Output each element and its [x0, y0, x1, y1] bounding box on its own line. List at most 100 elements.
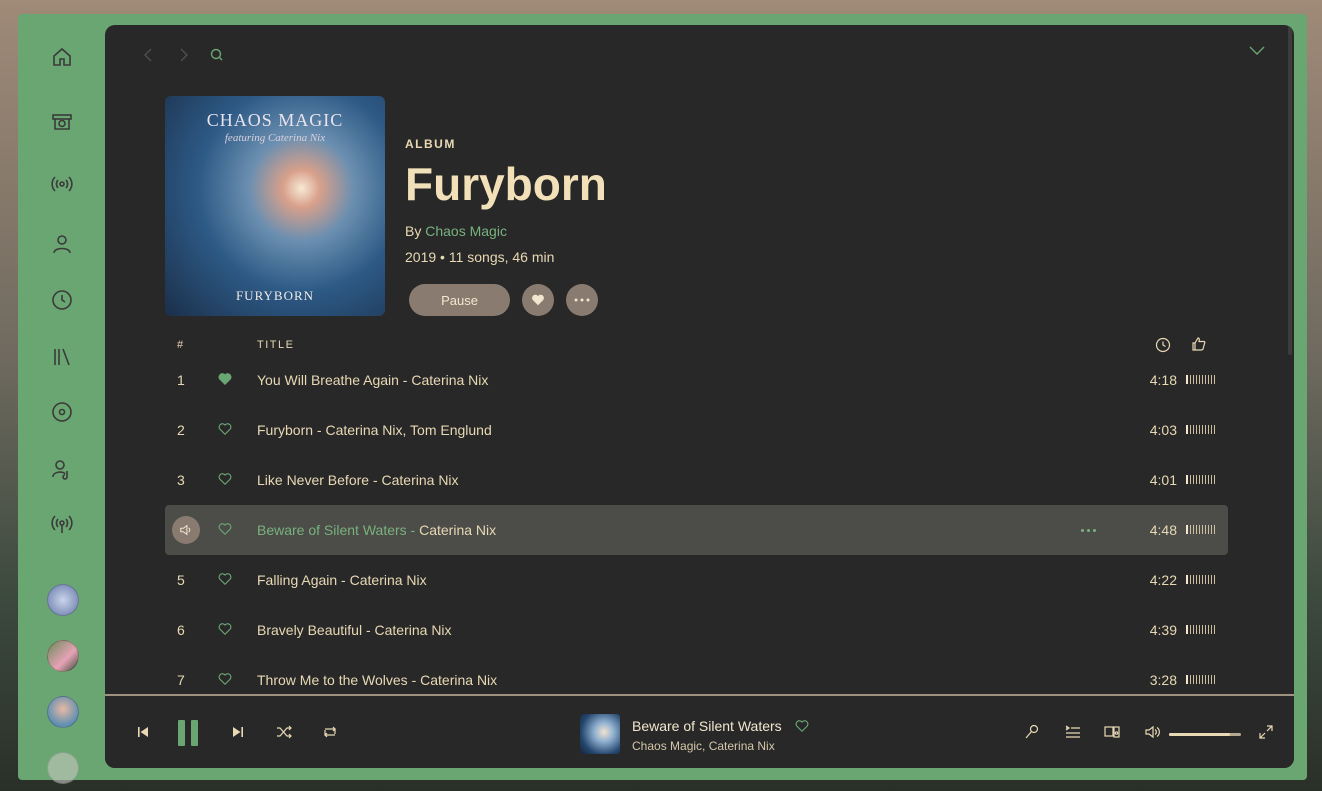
chevron-down-icon[interactable]	[1248, 43, 1266, 62]
popularity-bars	[1186, 475, 1217, 485]
recent-icon[interactable]	[49, 287, 75, 313]
track-duration: 4:01	[1149, 472, 1177, 488]
track-separator: -	[406, 522, 420, 538]
repeat-icon[interactable]	[322, 724, 338, 745]
queue-icon[interactable]	[1065, 724, 1081, 745]
track-title[interactable]: Bravely Beautiful - Caterina Nix	[257, 622, 452, 638]
popularity-bars	[1186, 375, 1217, 385]
home-icon[interactable]	[49, 44, 75, 70]
avatar[interactable]	[47, 696, 79, 728]
heart-icon[interactable]	[218, 372, 232, 386]
album-icon[interactable]	[49, 399, 75, 425]
track-title[interactable]: Like Never Before - Caterina Nix	[257, 472, 459, 488]
track-title[interactable]: Throw Me to the Wolves - Caterina Nix	[257, 672, 497, 688]
more-icon	[574, 298, 590, 302]
artist-icon[interactable]	[49, 456, 75, 482]
table-row[interactable]: 3 Like Never Before - Caterina Nix 4:01	[165, 455, 1228, 505]
track-title[interactable]: Falling Again - Caterina Nix	[257, 572, 427, 588]
pause-button[interactable]: Pause	[409, 284, 510, 316]
volume-slider[interactable]	[1169, 733, 1241, 736]
marketplace-icon[interactable]	[49, 109, 75, 135]
table-row[interactable]: 1 You Will Breathe Again - Caterina Nix 4:…	[165, 355, 1228, 405]
album-cover: CHAOS MAGIC featuring Caterina Nix FURYB…	[165, 96, 385, 316]
track-song: Beware of Silent Waters	[257, 522, 407, 538]
track-song: Throw Me to the Wolves	[257, 672, 408, 688]
now-playing-title[interactable]: Beware of Silent Waters	[632, 718, 782, 734]
by-prefix: By	[405, 223, 422, 239]
track-number: 5	[177, 572, 185, 588]
album-meta: 2019 • 11 songs, 46 min	[405, 249, 555, 265]
track-separator: -	[362, 622, 375, 638]
table-row[interactable]: 2 Furyborn - Caterina Nix, Tom Englund 4:0…	[165, 405, 1228, 455]
podcast-icon[interactable]	[49, 171, 75, 197]
track-number: 3	[177, 472, 185, 488]
header-title: TITLE	[257, 339, 295, 351]
track-artists: Caterina Nix	[420, 672, 498, 688]
next-icon[interactable]	[230, 724, 246, 745]
album-type-label: ALBUM	[405, 137, 456, 151]
album-info: ALBUM Furyborn By Chaos Magic 2019 • 11 …	[405, 137, 607, 265]
scrollbar[interactable]	[1288, 25, 1292, 355]
avatar[interactable]	[47, 752, 79, 784]
radio-icon[interactable]	[49, 511, 75, 537]
track-separator: -	[398, 372, 412, 388]
heart-icon[interactable]	[218, 522, 232, 536]
search-icon[interactable]	[209, 47, 225, 68]
track-duration: 4:03	[1149, 422, 1177, 438]
track-duration: 4:22	[1149, 572, 1177, 588]
track-song: Bravely Beautiful	[257, 622, 363, 638]
header-number: #	[177, 339, 185, 351]
more-icon[interactable]	[1081, 529, 1096, 532]
track-artists: Caterina Nix	[349, 572, 427, 588]
fullscreen-icon[interactable]	[1258, 724, 1274, 745]
previous-icon[interactable]	[135, 724, 151, 745]
playing-speaker-icon[interactable]	[172, 516, 200, 544]
volume-icon[interactable]	[1144, 724, 1160, 745]
popularity-bars	[1186, 675, 1217, 685]
artist-link[interactable]: Chaos Magic	[425, 223, 507, 239]
page-title: Furyborn	[405, 158, 607, 210]
forward-icon[interactable]	[175, 47, 191, 68]
like-album-button[interactable]	[522, 284, 554, 316]
heart-icon[interactable]	[218, 622, 232, 636]
table-row[interactable]: Beware of Silent Waters - Caterina Nix 4:…	[165, 505, 1228, 555]
tracklist: # TITLE 1 You Will Breathe Again - Cateri…	[165, 335, 1228, 705]
track-title[interactable]: Furyborn - Caterina Nix, Tom Englund	[257, 422, 492, 438]
shuffle-icon[interactable]	[276, 724, 292, 745]
table-row[interactable]: 6 Bravely Beautiful - Caterina Nix 4:39	[165, 605, 1228, 655]
track-title[interactable]: Beware of Silent Waters - Caterina Nix	[257, 522, 496, 538]
library-icon[interactable]	[49, 344, 75, 370]
devices-icon[interactable]	[1104, 724, 1120, 745]
track-artists: Caterina Nix	[419, 522, 497, 538]
profile-icon[interactable]	[49, 231, 75, 257]
heart-icon[interactable]	[218, 672, 232, 686]
now-playing-cover[interactable]	[580, 714, 620, 754]
now-playing-artists[interactable]: Chaos Magic, Caterina Nix	[632, 739, 775, 753]
album-actions: Pause	[409, 284, 598, 316]
heart-icon[interactable]	[218, 422, 232, 436]
track-song: Falling Again	[257, 572, 338, 588]
track-song: Furyborn	[257, 422, 314, 438]
more-options-button[interactable]	[566, 284, 598, 316]
sidebar	[22, 18, 102, 784]
back-icon[interactable]	[141, 47, 157, 68]
heart-icon[interactable]	[218, 472, 232, 486]
track-rows: 1 You Will Breathe Again - Caterina Nix 4:…	[165, 355, 1228, 705]
track-number: 1	[177, 372, 185, 388]
top-navigation	[141, 47, 225, 68]
play-pause-button[interactable]	[178, 720, 198, 746]
cover-featuring: featuring Caterina Nix	[224, 132, 326, 144]
track-artists: Caterina Nix	[381, 472, 459, 488]
track-song: Like Never Before	[257, 472, 370, 488]
player-bar: Beware of Silent Waters Chaos Magic, Cat…	[105, 696, 1294, 768]
table-row[interactable]: 5 Falling Again - Caterina Nix 4:22	[165, 555, 1228, 605]
lyrics-icon[interactable]	[1024, 724, 1040, 745]
track-title[interactable]: You Will Breathe Again - Caterina Nix	[257, 372, 488, 388]
heart-icon[interactable]	[795, 719, 809, 733]
track-duration: 3:28	[1149, 672, 1177, 688]
track-separator: -	[369, 472, 382, 488]
heart-icon[interactable]	[218, 572, 232, 586]
avatar[interactable]	[47, 584, 79, 616]
volume-level	[1169, 733, 1231, 736]
avatar[interactable]	[47, 640, 79, 672]
